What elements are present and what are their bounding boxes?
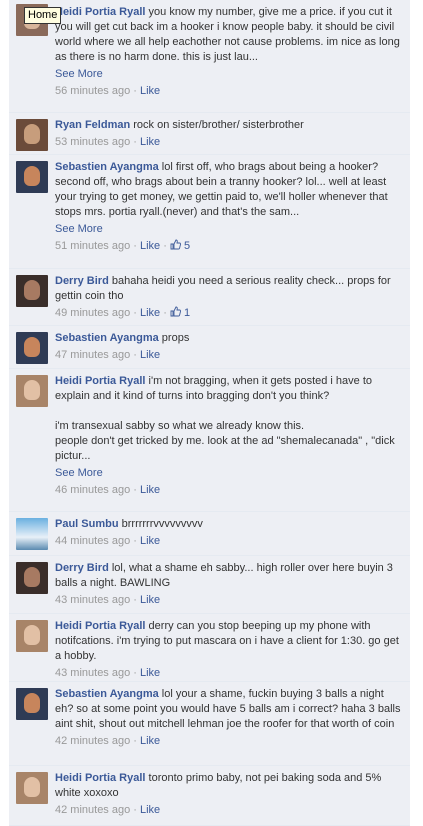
comment-timestamp: 53 minutes ago [55, 136, 131, 148]
comment-text: props [161, 332, 190, 344]
comment-author[interactable]: Derry Bird [55, 562, 109, 574]
comment-timestamp: 47 minutes ago [55, 349, 131, 361]
comment-timestamp: 44 minutes ago [55, 535, 131, 547]
comment-text: rock on sister/brother/ sisterbrother [133, 119, 304, 131]
avatar[interactable] [16, 161, 48, 193]
comment-author[interactable]: Sebastien Ayangma [55, 161, 159, 173]
avatar[interactable] [16, 375, 48, 407]
thumbs-up-icon [170, 306, 181, 317]
comment-author[interactable]: Derry Bird [55, 275, 109, 287]
like-link[interactable]: Like [140, 594, 160, 606]
comment-author[interactable]: Heidi Portia Ryall [55, 772, 145, 784]
like-link[interactable]: Like [140, 240, 160, 252]
comment-author[interactable]: Heidi Portia Ryall [55, 375, 145, 387]
comment-timestamp: 51 minutes ago [55, 240, 131, 252]
comment-meta: 46 minutes ago · Like [55, 484, 161, 496]
comment-item: Ryan Feldman rock on sister/brother/ sis… [9, 113, 410, 155]
comment-text: i'm not bragging, when it gets posted i … [55, 375, 395, 462]
comment-text: brrrrrrrvvvvvvvvv [121, 518, 203, 530]
like-link[interactable]: Like [140, 535, 160, 547]
avatar[interactable] [16, 275, 48, 307]
comment-timestamp: 42 minutes ago [55, 804, 131, 816]
like-count[interactable]: 1 [170, 306, 190, 319]
like-link[interactable]: Like [140, 349, 160, 361]
comment-author[interactable]: Paul Sumbu [55, 518, 119, 530]
comment-item: Heidi Portia Ryall i'm not bragging, whe… [9, 369, 410, 512]
comment-meta: 56 minutes ago · Like [55, 85, 161, 97]
comment-item: Heidi Portia Ryall toronto primo baby, n… [9, 766, 410, 826]
see-more-link[interactable]: See More [55, 222, 402, 237]
avatar[interactable] [16, 688, 48, 720]
comment-item: Heidi Portia Ryall you know my number, g… [9, 0, 410, 113]
comment-item: Sebastien Ayangma lol your a shame, fuck… [9, 682, 410, 766]
home-tooltip: Home [24, 7, 62, 24]
comment-meta: 43 minutes ago · Like [55, 594, 161, 606]
comment-timestamp: 56 minutes ago [55, 85, 131, 97]
comment-meta: 42 minutes ago · Like [55, 735, 161, 747]
avatar[interactable] [16, 332, 48, 364]
avatar[interactable] [16, 562, 48, 594]
see-more-link[interactable]: See More [55, 466, 402, 481]
like-link[interactable]: Like [140, 667, 160, 679]
like-link[interactable]: Like [140, 804, 160, 816]
comment-item: Heidi Portia Ryall derry can you stop be… [9, 614, 410, 682]
like-link[interactable]: Like [140, 307, 160, 319]
comment-timestamp: 43 minutes ago [55, 594, 131, 606]
comment-item: Sebastien Ayangma lol first off, who bra… [9, 155, 410, 269]
comment-author[interactable]: Sebastien Ayangma [55, 332, 159, 344]
see-more-link[interactable]: See More [55, 67, 402, 82]
comment-author[interactable]: Ryan Feldman [55, 119, 130, 131]
thumbs-up-icon [170, 239, 181, 250]
comment-author[interactable]: Sebastien Ayangma [55, 688, 159, 700]
comment-item: Derry Bird bahaha heidi you need a serio… [9, 269, 410, 326]
comment-timestamp: 46 minutes ago [55, 484, 131, 496]
comment-item: Sebastien Ayangma props 47 minutes ago ·… [9, 326, 410, 369]
comment-timestamp: 42 minutes ago [55, 735, 131, 747]
comment-author[interactable]: Heidi Portia Ryall [55, 6, 145, 18]
comment-meta: 44 minutes ago · Like [55, 535, 161, 547]
like-link[interactable]: Like [140, 484, 160, 496]
avatar[interactable] [16, 518, 48, 550]
comment-author[interactable]: Heidi Portia Ryall [55, 620, 145, 632]
comment-item: Paul Sumbu brrrrrrrvvvvvvvvv 44 minutes … [9, 512, 410, 556]
like-link[interactable]: Like [140, 136, 160, 148]
avatar[interactable] [16, 772, 48, 804]
like-count[interactable]: 5 [170, 239, 190, 252]
like-link[interactable]: Like [140, 85, 160, 97]
comment-meta: 51 minutes ago · Like · 5 [55, 239, 191, 252]
comment-feed: Heidi Portia Ryall you know my number, g… [9, 0, 410, 826]
comment-meta: 47 minutes ago · Like [55, 349, 161, 361]
comment-meta: 42 minutes ago · Like [55, 804, 161, 816]
avatar[interactable] [16, 119, 48, 151]
comment-timestamp: 43 minutes ago [55, 667, 131, 679]
like-link[interactable]: Like [140, 735, 160, 747]
comment-meta: 49 minutes ago · Like · 1 [55, 306, 191, 319]
avatar[interactable] [16, 620, 48, 652]
comment-meta: 43 minutes ago · Like [55, 667, 161, 679]
comment-meta: 53 minutes ago · Like [55, 136, 161, 148]
comment-item: Derry Bird lol, what a shame eh sabby...… [9, 556, 410, 614]
comment-timestamp: 49 minutes ago [55, 307, 131, 319]
